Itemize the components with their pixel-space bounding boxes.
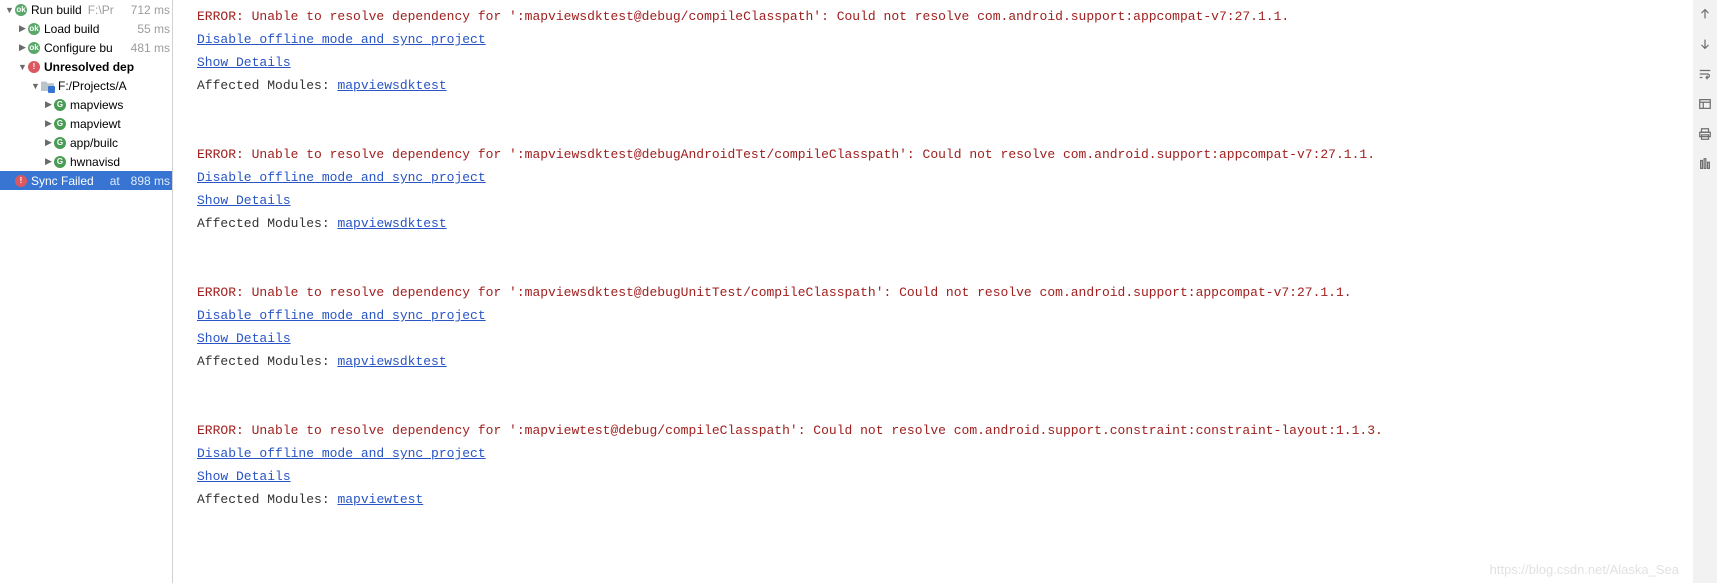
error-message: ERROR: Unable to resolve dependency for … bbox=[197, 5, 1683, 28]
tree-row-sync-failed[interactable]: ! Sync Failed at 898 ms bbox=[0, 171, 172, 190]
error-group: ERROR: Unable to resolve dependency for … bbox=[197, 419, 1683, 511]
tree-arrow-icon[interactable] bbox=[17, 42, 28, 53]
arrow-up-icon[interactable] bbox=[1697, 6, 1713, 22]
affected-modules-line: Affected Modules: mapviewsdktest bbox=[197, 350, 1683, 373]
tree-arrow-icon[interactable] bbox=[43, 156, 54, 167]
tree-arrow-icon[interactable] bbox=[30, 81, 41, 91]
error-message: ERROR: Unable to resolve dependency for … bbox=[197, 281, 1683, 304]
tree-row-module[interactable]: Ghwnavisd bbox=[0, 152, 172, 171]
error-group: ERROR: Unable to resolve dependency for … bbox=[197, 5, 1683, 97]
build-time: 898 ms bbox=[127, 174, 170, 188]
build-time: 481 ms bbox=[127, 41, 170, 55]
tree-label: Load build bbox=[44, 22, 133, 36]
message-pane[interactable]: ERROR: Unable to resolve dependency for … bbox=[173, 0, 1693, 583]
status-ok-icon: ok bbox=[28, 42, 40, 54]
tree-label: Sync Failed at bbox=[31, 174, 127, 188]
affected-module-link[interactable]: mapviewsdktest bbox=[337, 216, 446, 231]
arrow-down-icon[interactable] bbox=[1697, 36, 1713, 52]
error-message: ERROR: Unable to resolve dependency for … bbox=[197, 143, 1683, 166]
build-tree-pane: ok Run buildF:\Pr 712 ms ok Load build 5… bbox=[0, 0, 172, 583]
status-ok-icon: ok bbox=[15, 4, 27, 16]
tree-arrow-icon[interactable] bbox=[43, 118, 54, 129]
show-details-link[interactable]: Show Details bbox=[197, 55, 291, 70]
affected-module-link[interactable]: mapviewtest bbox=[337, 492, 423, 507]
tree-arrow-icon[interactable] bbox=[17, 62, 28, 72]
print-icon[interactable] bbox=[1697, 126, 1713, 142]
tree-row-module[interactable]: Gmapviews bbox=[0, 95, 172, 114]
tree-label: Unresolved dep bbox=[44, 60, 170, 74]
tree-arrow-icon[interactable] bbox=[17, 23, 28, 34]
error-message: ERROR: Unable to resolve dependency for … bbox=[197, 419, 1683, 442]
wrap-icon[interactable] bbox=[1697, 66, 1713, 82]
tree-label: Run buildF:\Pr bbox=[31, 3, 127, 17]
tree-row-load-build[interactable]: ok Load build 55 ms bbox=[0, 19, 172, 38]
tree-label: Configure bu bbox=[44, 41, 127, 55]
show-details-link[interactable]: Show Details bbox=[197, 469, 291, 484]
tree-label: app/builc bbox=[70, 136, 170, 150]
tree-label: hwnavisd bbox=[70, 155, 170, 169]
gradle-module-icon: G bbox=[54, 118, 66, 130]
show-details-link[interactable]: Show Details bbox=[197, 193, 291, 208]
error-group: ERROR: Unable to resolve dependency for … bbox=[197, 143, 1683, 235]
tree-arrow-icon[interactable] bbox=[4, 5, 15, 15]
affected-module-link[interactable]: mapviewsdktest bbox=[337, 78, 446, 93]
error-group: ERROR: Unable to resolve dependency for … bbox=[197, 281, 1683, 373]
disable-offline-link[interactable]: Disable offline mode and sync project bbox=[197, 308, 486, 323]
tree-row-run-build[interactable]: ok Run buildF:\Pr 712 ms bbox=[0, 0, 172, 19]
affected-modules-line: Affected Modules: mapviewtest bbox=[197, 488, 1683, 511]
tree-row-unresolved[interactable]: ! Unresolved dep bbox=[0, 57, 172, 76]
tree-row-module[interactable]: Gapp/builc bbox=[0, 133, 172, 152]
status-ok-icon: ok bbox=[28, 23, 40, 35]
tree-row-configure[interactable]: ok Configure bu 481 ms bbox=[0, 38, 172, 57]
tree-label: mapviews bbox=[70, 98, 170, 112]
affected-modules-line: Affected Modules: mapviewsdktest bbox=[197, 74, 1683, 97]
tree-label: F:/Projects/A bbox=[58, 79, 170, 93]
tree-arrow-icon[interactable] bbox=[43, 137, 54, 148]
tree-row-project-folder[interactable]: F:/Projects/A bbox=[0, 76, 172, 95]
build-time: 55 ms bbox=[133, 22, 170, 36]
disable-offline-link[interactable]: Disable offline mode and sync project bbox=[197, 446, 486, 461]
show-details-link[interactable]: Show Details bbox=[197, 331, 291, 346]
build-time: 712 ms bbox=[127, 3, 170, 17]
right-toolbar bbox=[1693, 0, 1717, 583]
affected-module-link[interactable]: mapviewsdktest bbox=[337, 354, 446, 369]
gradle-module-icon: G bbox=[54, 137, 66, 149]
gradle-module-icon: G bbox=[54, 99, 66, 111]
filter-icon[interactable] bbox=[1697, 156, 1713, 172]
affected-modules-line: Affected Modules: mapviewsdktest bbox=[197, 212, 1683, 235]
layout-icon[interactable] bbox=[1697, 96, 1713, 112]
gradle-module-icon: G bbox=[54, 156, 66, 168]
tree-label: mapviewt bbox=[70, 117, 170, 131]
status-error-icon: ! bbox=[15, 175, 27, 187]
tree-row-module[interactable]: Gmapviewt bbox=[0, 114, 172, 133]
disable-offline-link[interactable]: Disable offline mode and sync project bbox=[197, 32, 486, 47]
status-error-icon: ! bbox=[28, 61, 40, 73]
disable-offline-link[interactable]: Disable offline mode and sync project bbox=[197, 170, 486, 185]
folder-icon bbox=[41, 80, 54, 91]
tree-arrow-icon[interactable] bbox=[43, 99, 54, 110]
